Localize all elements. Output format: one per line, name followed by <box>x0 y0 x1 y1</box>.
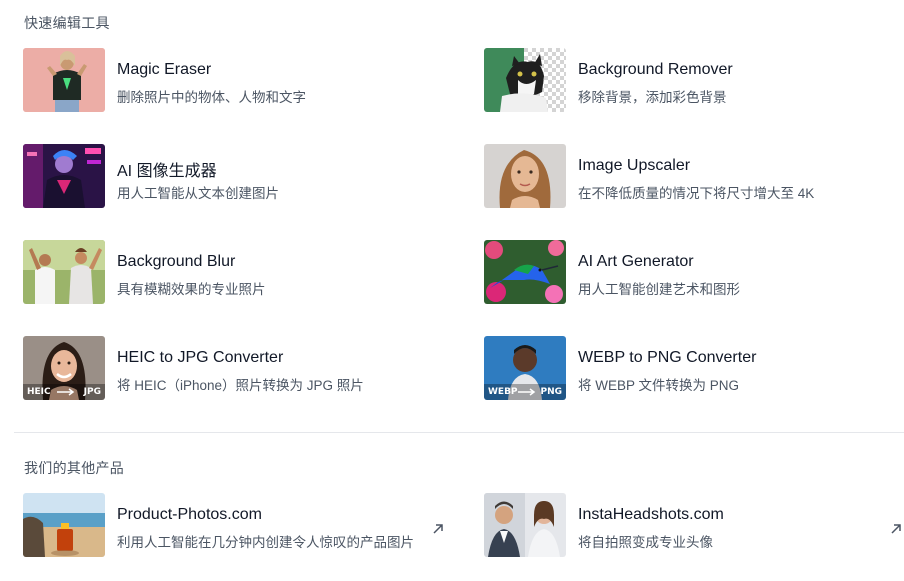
tool-description: 具有模糊效果的专业照片 <box>117 282 266 297</box>
tool-description: 删除照片中的物体、人物和文字 <box>117 90 306 105</box>
product-photos-link[interactable]: Product-Photos.com 利用人工智能在几分钟内创建令人惊叹的产品图… <box>23 493 443 557</box>
portrait-woman-image <box>484 144 566 208</box>
tool-heic-to-jpg[interactable]: HEIC JPG HEIC to JPG Converter 将 HEIC（iP… <box>23 336 443 400</box>
product-description: 利用人工智能在几分钟内创建令人惊叹的产品图片 <box>117 535 414 550</box>
headshots-pair-image <box>484 493 566 557</box>
tool-title: AI Art Generator <box>578 253 694 270</box>
tool-title: HEIC to JPG Converter <box>117 349 284 366</box>
jpg-badge: JPG <box>83 387 101 397</box>
tool-description: 将 WEBP 文件转换为 PNG <box>578 378 740 393</box>
tool-webp-to-png[interactable]: WEBP PNG WEBP to PNG Converter 将 WEBP 文件… <box>484 336 904 400</box>
section-divider <box>14 432 904 433</box>
tool-description: 用人工智能创建艺术和图形 <box>578 282 740 297</box>
tool-description: 将 HEIC（iPhone）照片转换为 JPG 照片 <box>117 378 364 393</box>
tool-description: 移除背景，添加彩色背景 <box>578 90 727 105</box>
woman-blue-bg-image: WEBP PNG <box>484 336 566 400</box>
tool-ai-image-generator[interactable]: AI 图像生成器 用人工智能从文本创建图片 <box>23 144 443 208</box>
tool-magic-eraser[interactable]: Magic Eraser 删除照片中的物体、人物和文字 <box>23 48 443 112</box>
product-description: 将自拍照变成专业头像 <box>578 535 713 550</box>
woman-smiling-image: HEIC JPG <box>23 336 105 400</box>
perfume-beach-image <box>23 493 105 557</box>
webp-badge: WEBP <box>488 387 518 397</box>
tool-title: Background Remover <box>578 61 733 78</box>
product-title: Product-Photos.com <box>117 506 262 523</box>
tool-title: AI 图像生成器 <box>117 163 217 180</box>
heic-badge: HEIC <box>27 387 51 397</box>
external-link-icon[interactable] <box>888 521 904 537</box>
cat-transparent-image <box>484 48 566 112</box>
other-products-heading: 我们的其他产品 <box>24 460 125 476</box>
woman-pink-wall-image <box>23 48 105 112</box>
dancing-women-image <box>23 240 105 304</box>
png-badge: PNG <box>540 387 562 397</box>
tool-title: Magic Eraser <box>117 61 212 78</box>
tool-description: 在不降低质量的情况下将尺寸增大至 4K <box>578 186 815 201</box>
tool-background-remover[interactable]: Background Remover 移除背景，添加彩色背景 <box>484 48 904 112</box>
tool-description: 用人工智能从文本创建图片 <box>117 186 279 201</box>
quick-tools-heading: 快速编辑工具 <box>24 15 110 31</box>
instaheadshots-link[interactable]: InstaHeadshots.com 将自拍照变成专业头像 <box>484 493 904 557</box>
tool-title: Image Upscaler <box>578 157 691 174</box>
tool-ai-art-generator[interactable]: AI Art Generator 用人工智能创建艺术和图形 <box>484 240 904 304</box>
tool-title: WEBP to PNG Converter <box>578 349 757 366</box>
tool-title: Background Blur <box>117 253 236 270</box>
tool-image-upscaler[interactable]: Image Upscaler 在不降低质量的情况下将尺寸增大至 4K <box>484 144 904 208</box>
hummingbird-art-image <box>484 240 566 304</box>
product-title: InstaHeadshots.com <box>578 506 724 523</box>
external-link-icon[interactable] <box>430 521 446 537</box>
neon-character-image <box>23 144 105 208</box>
tool-background-blur[interactable]: Background Blur 具有模糊效果的专业照片 <box>23 240 443 304</box>
